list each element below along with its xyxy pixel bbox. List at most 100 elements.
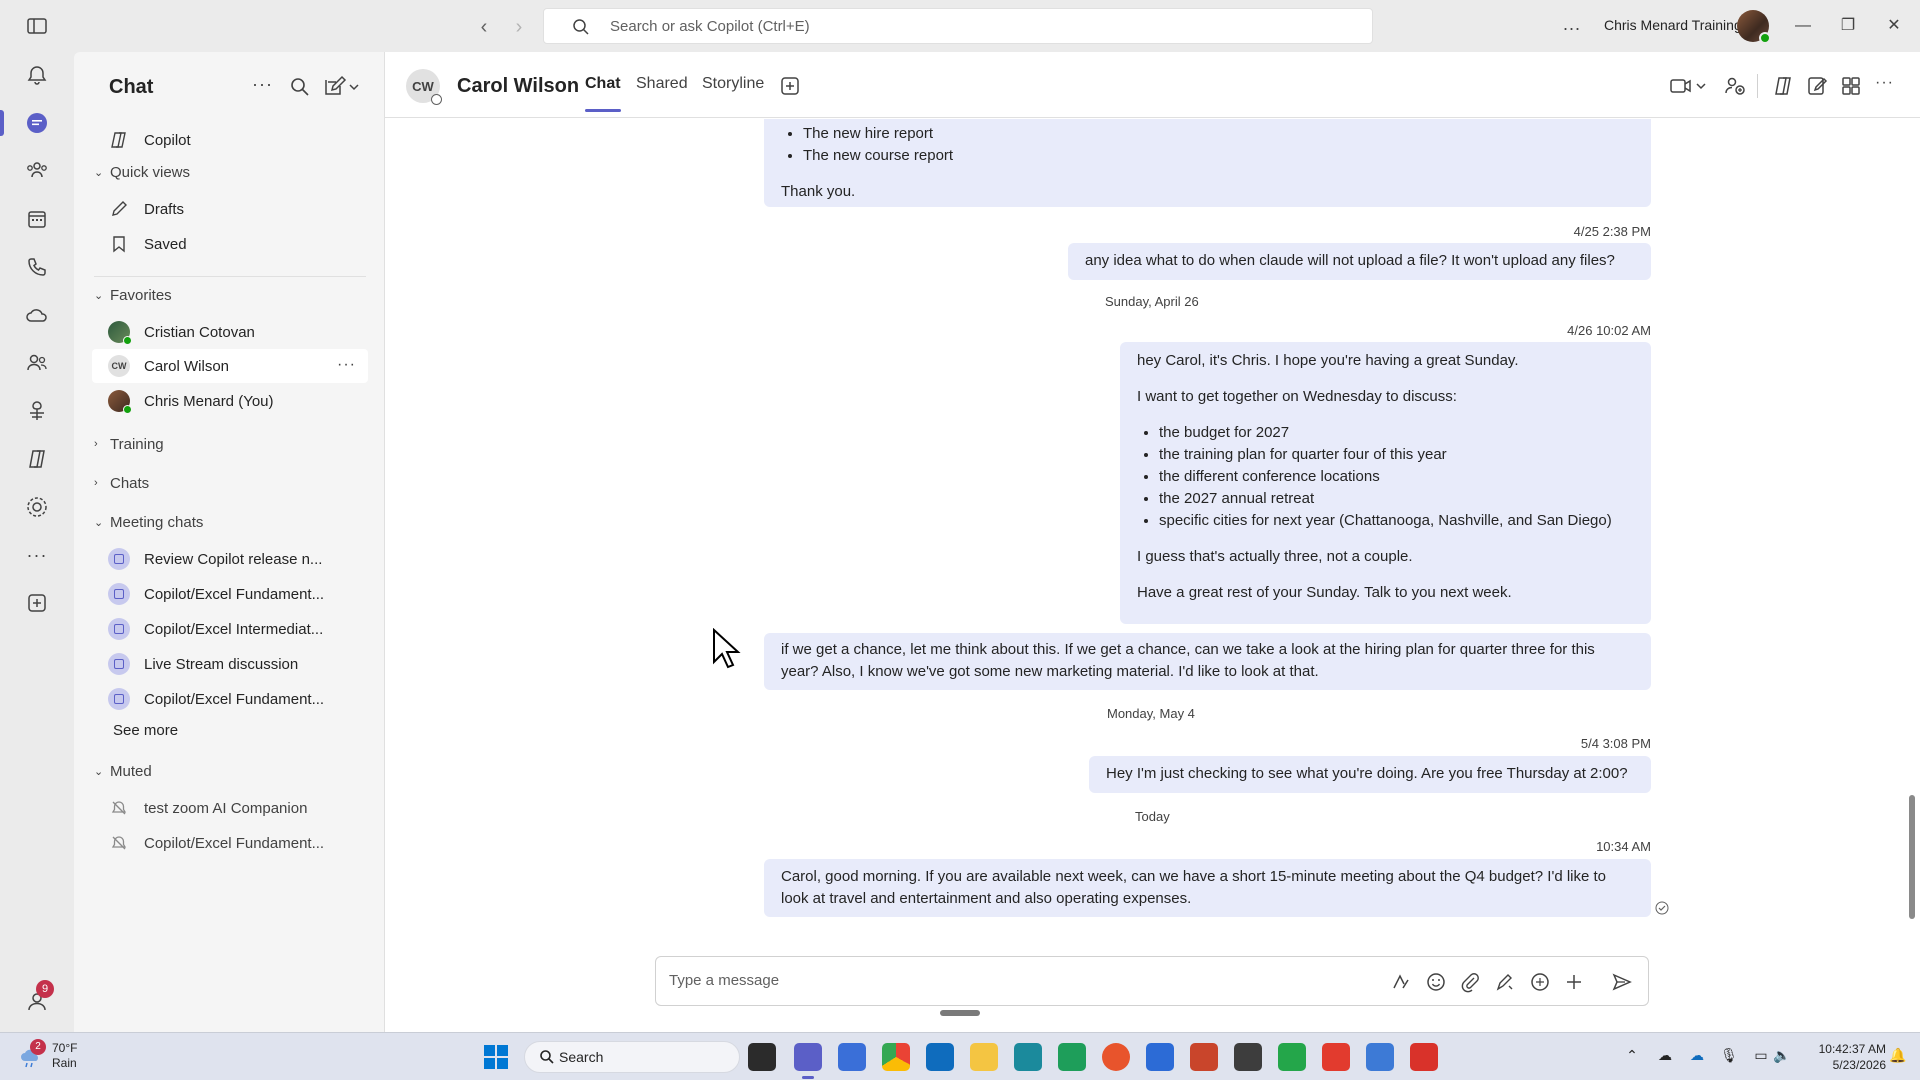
resize-handle[interactable] [940,1010,980,1016]
section-meeting-chats[interactable]: ⌄ Meeting chats [94,509,203,535]
viva-insights-icon[interactable] [22,396,52,426]
restore-icon[interactable]: ❐ [1836,14,1860,38]
add-tab-icon[interactable] [778,74,802,98]
claude-icon[interactable] [1102,1043,1130,1071]
new-chat-icon[interactable] [322,74,362,100]
message-bubble[interactable]: hey Carol, it's Chris. I hope you're hav… [1120,342,1651,624]
windows-start-icon[interactable] [483,1044,509,1070]
cloud-icon[interactable]: ☁ [1655,1047,1675,1067]
teams-icon[interactable] [22,156,52,186]
onedrive-icon[interactable] [22,300,52,330]
close-icon[interactable]: ✕ [1882,14,1906,38]
tab-chat[interactable]: Chat [585,75,621,112]
apps-icon[interactable] [1839,74,1863,98]
video-call-icon[interactable] [1669,74,1709,98]
sidebar-more-icon[interactable]: ··· [252,74,278,100]
copilot-icon[interactable] [1771,74,1795,98]
outlook-icon[interactable] [926,1043,954,1071]
send-icon[interactable] [1611,971,1633,993]
account-avatar[interactable] [1737,10,1771,44]
meeting-chat-item[interactable]: Review Copilot release n... [92,542,368,576]
tab-shared[interactable]: Shared [636,75,688,93]
chat-item-chris-menard[interactable]: Chris Menard (You) [92,384,368,418]
muted-chat-item[interactable]: Copilot/Excel Fundament... [92,826,368,860]
sidebar-search-icon[interactable] [287,74,313,100]
sidebar-item-copilot[interactable]: Copilot [92,123,368,157]
see-more-link[interactable]: See more [113,722,178,739]
more-apps-icon[interactable]: ··· [22,540,52,570]
meeting-chat-item[interactable]: Live Stream discussion [92,647,368,681]
camtasia-icon[interactable] [1278,1043,1306,1071]
more-options-icon[interactable]: ··· [1875,74,1899,98]
calls-icon[interactable] [22,252,52,282]
meeting-chat-item[interactable]: Copilot/Excel Fundament... [92,682,368,716]
more-options-icon[interactable]: ... [1563,14,1581,35]
message-bubble[interactable]: The new hire report The new course repor… [764,119,1651,207]
chrome-icon[interactable] [882,1043,910,1071]
section-quick-views[interactable]: ⌄ Quick views [94,159,190,185]
microphone-icon[interactable]: 🎙 [1719,1047,1739,1067]
message-bubble[interactable]: Hey I'm just checking to see what you're… [1089,756,1651,793]
help-people-icon[interactable]: 9 [22,980,54,1016]
sidebar-item-drafts[interactable]: Drafts [92,192,368,226]
teams-app-icon[interactable] [794,1043,822,1079]
powerpoint-icon[interactable] [1190,1043,1218,1071]
volume-icon[interactable]: 🔈 [1772,1047,1792,1067]
snagit-icon[interactable] [1322,1043,1350,1071]
message-bubble[interactable]: Carol, good morning. If you are availabl… [764,859,1651,917]
chat-item-cristian-cotovan[interactable]: Cristian Cotovan [92,315,368,349]
people-add-icon[interactable] [1723,74,1747,98]
attach-icon[interactable] [1459,971,1481,993]
notes-icon[interactable] [1805,74,1829,98]
emoji-icon[interactable] [1425,971,1447,993]
teams-classic-icon[interactable] [838,1043,866,1071]
message-bubble[interactable]: if we get a chance, let me think about t… [764,633,1651,690]
network-icon[interactable]: ▭ [1751,1047,1771,1067]
minimize-icon[interactable]: — [1791,14,1815,38]
onedrive-icon[interactable]: ☁ [1687,1047,1707,1067]
muted-chat-item[interactable]: test zoom AI Companion [92,791,368,825]
back-arrow-icon[interactable]: ‹ [471,14,497,40]
weather-widget[interactable]: 2 70°F Rain [18,1039,77,1071]
section-favorites[interactable]: ⌄ Favorites [94,282,172,308]
message-composer[interactable]: Type a message [655,956,1649,1006]
chat-item-carol-wilson[interactable]: CW Carol Wilson ··· [92,349,368,383]
section-training[interactable]: › Training [94,431,164,457]
loop-icon[interactable] [1494,971,1516,993]
add-apps-icon[interactable] [22,588,52,618]
contact-name[interactable]: Carol Wilson [457,75,579,98]
plus-icon[interactable] [1563,971,1585,993]
search-input[interactable]: Search or ask Copilot (Ctrl+E) [543,8,1373,44]
message-bubble[interactable]: any idea what to do when claude will not… [1068,243,1651,280]
admin-icon[interactable] [22,492,52,522]
sidebar-toggle-icon[interactable] [24,16,50,36]
section-muted[interactable]: ⌄ Muted [94,758,152,784]
account-name[interactable]: Chris Menard Training [1604,17,1742,33]
taskbar-search[interactable]: Search [524,1041,740,1073]
chat-icon[interactable] [0,108,52,138]
app-icon[interactable] [1410,1043,1438,1071]
more-options-icon[interactable]: ··· [337,356,356,374]
tab-storyline[interactable]: Storyline [702,75,764,93]
system-clock[interactable]: 10:42:37 AM 5/23/2026 [1816,1041,1886,1073]
edge-icon[interactable] [1058,1043,1086,1071]
format-icon[interactable] [1390,971,1412,993]
section-chats[interactable]: › Chats [94,470,149,496]
forward-arrow-icon[interactable]: › [506,14,532,40]
chevron-up-icon[interactable]: ⌃ [1622,1047,1642,1067]
copilot-chat-icon[interactable] [1529,971,1551,993]
app-icon[interactable] [1146,1043,1174,1071]
scrollbar[interactable] [1909,795,1915,919]
people-icon[interactable] [22,348,52,378]
activity-bell-icon[interactable] [22,60,52,90]
copilot-icon[interactable] [22,444,52,474]
meeting-chat-item[interactable]: Copilot/Excel Intermediat... [92,612,368,646]
file-explorer-icon[interactable] [970,1043,998,1071]
sidebar-item-saved[interactable]: Saved [92,227,368,261]
task-view-icon[interactable] [748,1043,776,1071]
meeting-chat-item[interactable]: Copilot/Excel Fundament... [92,577,368,611]
app-icon[interactable] [1366,1043,1394,1071]
app-icon[interactable] [1234,1043,1262,1071]
notifications-icon[interactable]: 🔔 [1888,1047,1908,1067]
calendar-icon[interactable] [22,204,52,234]
